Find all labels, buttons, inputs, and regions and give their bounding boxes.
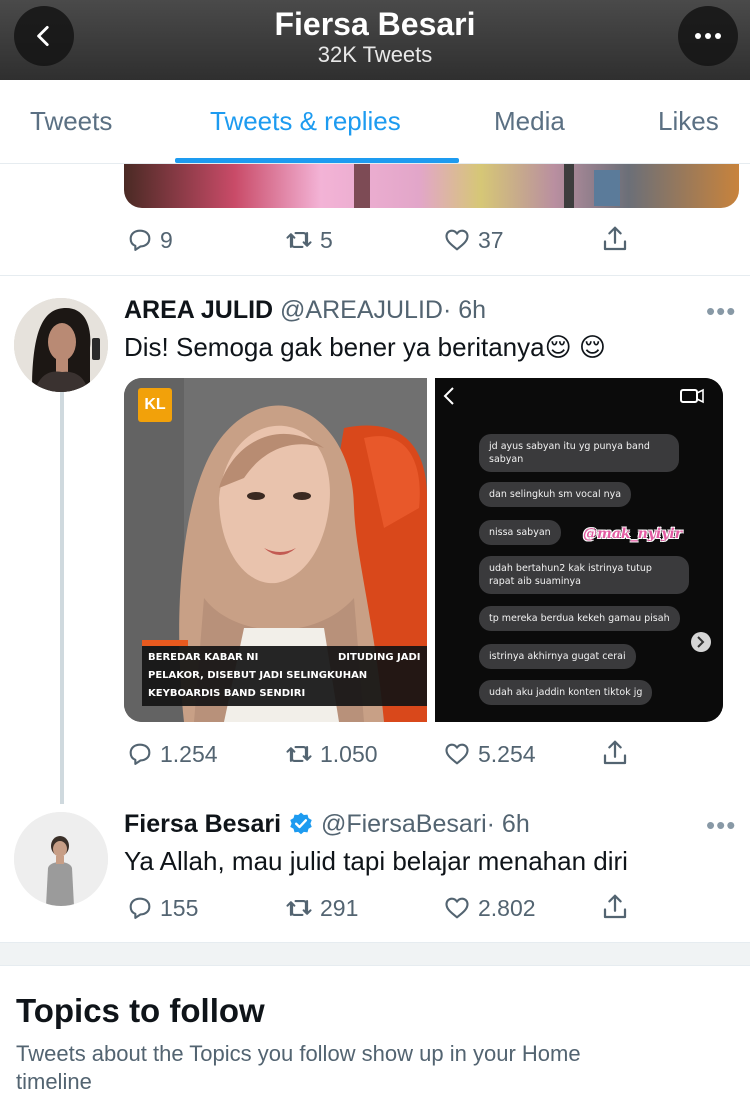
like-count: 37 <box>478 226 504 253</box>
tweet-text: Dis! Semoga gak bener ya beritanya😌 😌 <box>124 332 607 362</box>
retweet-count: 5 <box>320 226 333 253</box>
like-button[interactable]: 2.802 <box>442 894 536 922</box>
retweet-icon <box>286 746 312 762</box>
tab-likes[interactable]: Likes <box>658 106 719 137</box>
like-button[interactable]: 37 <box>442 226 504 254</box>
reply-icon <box>129 743 151 765</box>
topics-description: Tweets about the Topics you follow show … <box>16 1041 581 1094</box>
author-name[interactable]: AREA JULID <box>124 296 273 324</box>
reply-button[interactable]: 1.254 <box>126 740 218 768</box>
retweet-button[interactable]: 291 <box>284 894 358 922</box>
tweet-time[interactable]: · 6h <box>487 810 530 838</box>
tab-tweets[interactable]: Tweets <box>30 106 112 137</box>
tweet-time[interactable]: · 6h <box>443 296 486 324</box>
share-button[interactable] <box>600 892 630 922</box>
avatar-photo <box>14 812 108 906</box>
caption-line2: PELAKOR, DISEBUT JADI SELINGKUHAN <box>148 670 368 681</box>
retweet-count: 1.050 <box>320 740 378 767</box>
retweet-count: 291 <box>320 894 359 921</box>
tweet-author-line: AREA JULID @AREAJULID· 6h <box>124 296 486 325</box>
author-handle[interactable]: @AREAJULID <box>280 296 443 324</box>
avatar[interactable] <box>14 298 108 392</box>
tweet-media-image-right[interactable]: jd ayus sabyan itu yg punya band sabyan … <box>435 378 723 722</box>
like-count: 5.254 <box>478 740 536 767</box>
reply-icon <box>129 229 151 251</box>
retweet-icon <box>286 232 312 248</box>
tweet-text: Ya Allah, mau julid tapi belajar menahan… <box>124 846 628 876</box>
author-name[interactable]: Fiersa Besari <box>124 810 281 838</box>
tweet-more-icon[interactable]: ••• <box>706 810 736 841</box>
chat-screenshot-bg <box>435 378 723 722</box>
more-button[interactable] <box>678 6 738 66</box>
tweet-media-image-left[interactable]: KL BEREDAR KABAR NI DITUDING JADI PELAKO… <box>124 378 427 722</box>
share-icon <box>603 894 627 919</box>
like-count: 2.802 <box>478 894 536 921</box>
tweet-count: 32K Tweets <box>317 42 433 67</box>
share-button[interactable] <box>600 224 630 254</box>
chat-message: udah bertahun2 kak istrinya tutup rapat … <box>479 556 689 594</box>
caption-line3: KEYBOARDIS BAND SENDIRI <box>148 688 306 699</box>
active-tab-indicator <box>175 158 459 163</box>
profile-tabs: Tweets Tweets & replies Media Likes <box>0 80 750 164</box>
chat-message: dan selingkuh sm vocal nya <box>479 482 632 507</box>
tweet-divider <box>0 275 750 276</box>
reply-count: 155 <box>160 894 199 921</box>
tab-media[interactable]: Media <box>494 106 565 137</box>
avatar-photo <box>14 298 108 392</box>
chat-message: udah aku jaddin konten tiktok jg <box>479 680 653 705</box>
heart-icon <box>445 229 469 251</box>
retweet-button[interactable]: 1.050 <box>284 740 378 768</box>
tweet-author-line: Fiersa Besari @FiersaBesari· 6h <box>124 810 530 839</box>
tweet-more-icon[interactable]: ••• <box>706 296 736 327</box>
chat-message: istrinya akhirnya gugat cerai <box>479 644 636 669</box>
topics-heading: Topics to follow <box>16 992 265 1029</box>
reply-count: 9 <box>160 226 173 253</box>
retweet-button[interactable]: 5 <box>284 226 333 254</box>
previous-tweet-media[interactable] <box>124 164 739 208</box>
avatar[interactable] <box>14 812 108 906</box>
share-icon <box>603 226 627 251</box>
verified-badge-icon <box>290 812 312 835</box>
share-icon <box>603 740 627 765</box>
like-button[interactable]: 5.254 <box>442 740 536 768</box>
reply-button[interactable]: 9 <box>126 226 173 254</box>
profile-title: Fiersa Besari <box>274 6 476 42</box>
tab-tweets-replies[interactable]: Tweets & replies <box>210 106 401 137</box>
thread-connector <box>60 392 64 804</box>
retweet-icon <box>286 900 312 916</box>
author-handle[interactable]: @FiersaBesari <box>321 810 487 838</box>
watermark-handle: @mak_nyiyir <box>583 526 683 542</box>
profile-header: Fiersa Besari 32K Tweets <box>0 0 750 80</box>
reply-count: 1.254 <box>160 740 218 767</box>
heart-icon <box>445 743 469 765</box>
kl-logo-badge: KL <box>138 388 172 422</box>
chat-message: tp mereka berdua kekeh gamau pisah <box>479 606 680 631</box>
chat-message: jd ayus sabyan itu yg punya band sabyan <box>479 434 679 472</box>
heart-icon <box>445 897 469 919</box>
more-dots-icon <box>695 33 721 39</box>
caption-line1-left: BEREDAR KABAR NI <box>148 652 259 663</box>
share-button[interactable] <box>600 738 630 768</box>
caption-line1-right: DITUDING JADI <box>338 652 421 663</box>
chat-message: nissa sabyan <box>479 520 561 545</box>
reply-button[interactable]: 155 <box>126 894 198 922</box>
section-separator <box>0 942 750 966</box>
reply-icon <box>129 897 151 919</box>
image-caption: BEREDAR KABAR NI DITUDING JADI PELAKOR, … <box>142 640 427 706</box>
